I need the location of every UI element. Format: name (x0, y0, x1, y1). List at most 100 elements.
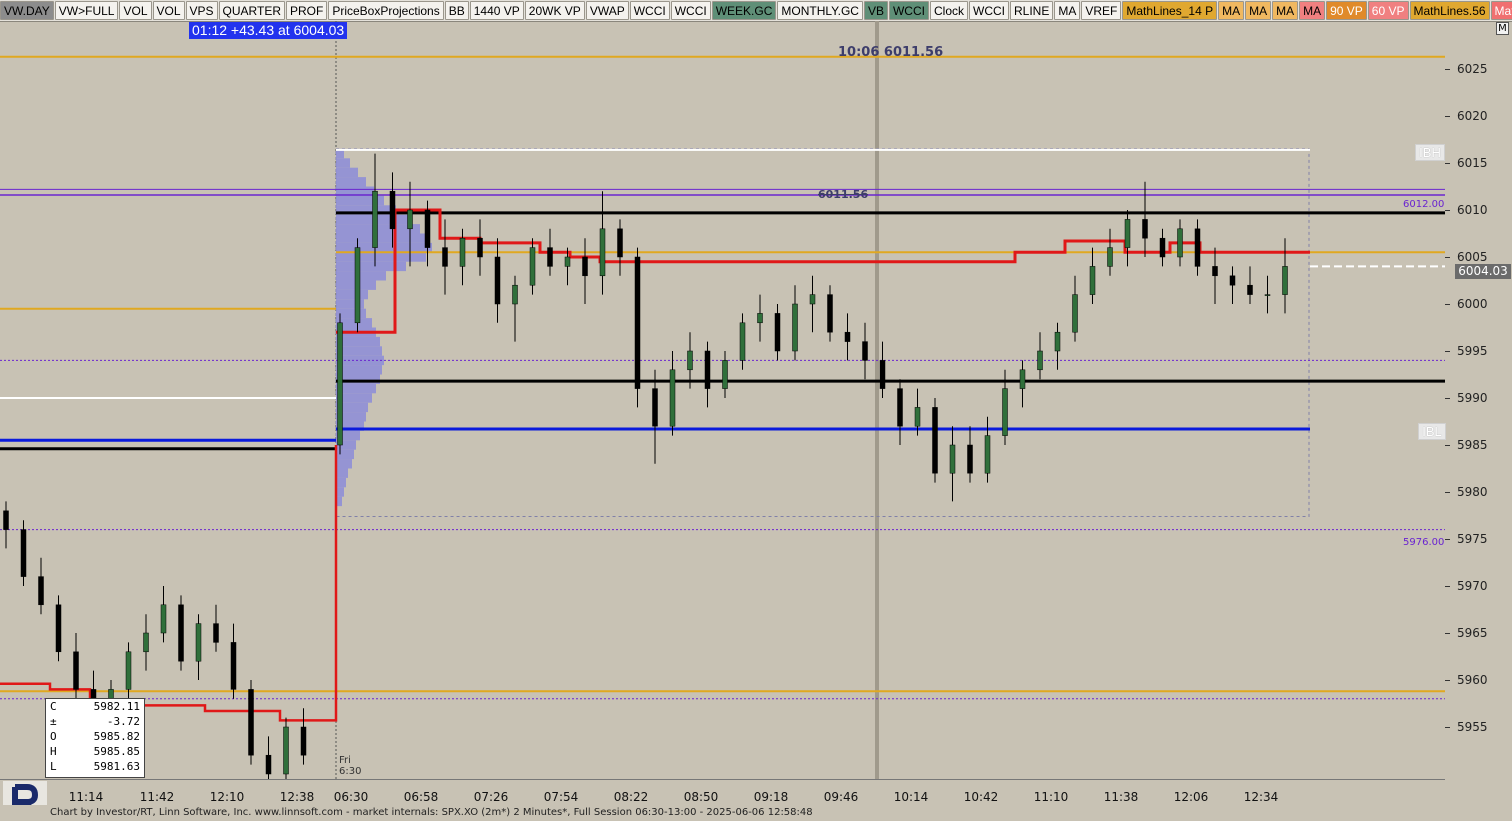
toolbar-button-wcci[interactable]: WCCI (888, 1, 929, 20)
data-window-value: -3.72 (106, 715, 140, 728)
time-tick: 08:50 (683, 790, 719, 804)
toolbar-button-60-vp[interactable]: 60 VP (1367, 1, 1409, 20)
toolbar-button-vol[interactable]: VOL (152, 1, 185, 20)
toolbar-button-ma[interactable]: MA (1054, 1, 1081, 20)
session-candle (424, 209, 431, 248)
session-candle (1212, 266, 1218, 277)
prior-candle (143, 632, 149, 653)
price-tick: 6000 (1445, 297, 1488, 311)
toolbar-button-priceboxprojections[interactable]: PriceBoxProjections (328, 1, 444, 20)
toolbar-button-mathlines-56[interactable]: MathLines.56 (1409, 1, 1490, 20)
session-candle (774, 313, 781, 352)
volume-profile-bar (336, 167, 358, 178)
session-candle (739, 322, 746, 361)
data-window-row: ± -3.72 (46, 714, 144, 729)
data-window-key: L (50, 760, 57, 773)
price-chart[interactable] (0, 21, 1445, 779)
data-window-value: 5985.82 (93, 730, 140, 743)
session-candle (547, 247, 553, 267)
session-candle (1019, 369, 1026, 389)
indicator-toolbar: VW.DAY VW>FULL VOL VOL VPS QUARTER PROF PriceBo… (0, 0, 1512, 22)
toolbar-button-wcci[interactable]: WCCI (629, 1, 670, 20)
high-annotation: 10:06 6011.56 (838, 45, 944, 60)
toolbar-button-clock[interactable]: Clock (929, 1, 968, 20)
session-candle (722, 360, 728, 389)
status-footer: Chart by Investor/RT, Linn Software, Inc… (0, 805, 1512, 821)
volume-profile-bar (336, 477, 346, 488)
session-candle (477, 237, 483, 258)
price-tick: 6010 (1445, 203, 1488, 217)
session-candle (1054, 331, 1061, 352)
toolbar-button-monthly-gc[interactable]: MONTHLY.GC (777, 1, 863, 20)
toolbar-button-ma[interactable]: MA (1245, 1, 1272, 20)
toolbar-button-20wk-vp[interactable]: 20WK VP (524, 1, 585, 20)
toolbar-button-quarter[interactable]: QUARTER (218, 1, 285, 20)
session-candle (1037, 350, 1043, 371)
volume-profile-bar (336, 346, 382, 356)
time-tick: 06:58 (403, 790, 439, 804)
toolbar-button-mathlines-14-p[interactable]: MathLines_14 P (1122, 1, 1218, 20)
data-window-value: 5985.85 (93, 745, 140, 758)
session-candle (704, 350, 711, 389)
toolbar-button-1440-vp[interactable]: 1440 VP (469, 1, 524, 20)
toolbar-button-vps[interactable]: VPS (185, 1, 218, 20)
session-candle (1282, 266, 1288, 295)
session-candle (459, 237, 466, 267)
prior-candle (38, 576, 44, 606)
toolbar-button-wcci[interactable]: WCCI (670, 1, 711, 20)
price-tick: 5980 (1445, 485, 1488, 499)
prior-candle (230, 642, 237, 690)
prior-candle (125, 651, 132, 690)
volume-profile-bar (336, 158, 350, 168)
session-start-marker: Fri 6:30 (339, 755, 361, 777)
time-tick: 11:14 (68, 790, 104, 804)
session-candle (1194, 228, 1201, 267)
toolbar-button-week-gc[interactable]: WEEK.GC (711, 1, 777, 20)
toolbar-button-90-vp[interactable]: 90 VP (1326, 1, 1367, 20)
time-tick: 08:22 (613, 790, 649, 804)
session-candle (494, 256, 501, 305)
price-tick: 6005 (1445, 250, 1488, 264)
toolbar-button-ma[interactable]: MA (1218, 1, 1245, 20)
data-window-key: C (50, 700, 57, 713)
toolbar-button-ma[interactable]: MA (1272, 1, 1299, 20)
prior-candle (178, 604, 184, 662)
toolbar-button-vol[interactable]: VOL (119, 1, 152, 20)
session-candle (1142, 219, 1148, 239)
toolbar-button-bb[interactable]: BB (444, 1, 469, 20)
volume-profile-bar (336, 242, 432, 253)
price-axis[interactable]: 6025 6020 6015 6010 6005 6000 5995 5990 5985 5980… (1445, 21, 1512, 778)
toolbar-button-vb[interactable]: VB (863, 1, 888, 20)
toolbar-button-wcci[interactable]: WCCI (969, 1, 1009, 20)
session-candle (529, 247, 536, 286)
session-candle (1177, 228, 1183, 258)
time-tick: 09:18 (753, 790, 789, 804)
cursor-info-label: 01:12 +43.43 at 6004.03 (189, 22, 348, 39)
footer-text: Chart by Investor/RT, Linn Software, Inc… (50, 807, 813, 818)
toolbar-button-vwap[interactable]: VWAP (585, 1, 629, 20)
toolbar-button-vw-full[interactable]: VW>FULL (54, 1, 119, 20)
price-tick: 6020 (1445, 109, 1488, 123)
volume-profile-bar (336, 289, 368, 300)
prior-candle (55, 604, 62, 653)
level-label-lower: 5976.00 (1403, 537, 1445, 548)
toolbar-button-prof[interactable]: PROF (285, 1, 328, 20)
time-tick: 11:10 (1033, 790, 1069, 804)
highlight-column (875, 21, 879, 779)
toolbar-button-vw-day[interactable]: VW.DAY (0, 1, 54, 20)
data-window-row: C 5982.11 (46, 699, 144, 714)
toolbar-button-mathlines-56[interactable]: MathLines.56 (1490, 1, 1512, 20)
toolbar-button-ma[interactable]: MA (1299, 1, 1326, 20)
session-candle (1072, 294, 1078, 333)
volume-profile-bar (336, 214, 408, 225)
data-window-key: ± (50, 715, 57, 728)
session-candle (634, 256, 641, 389)
toolbar-button-vref[interactable]: VREF (1081, 1, 1122, 20)
time-axis[interactable]: 11:14 11:42 12:10 12:38 06:30 06:58 07:26 07:54… (0, 779, 1445, 806)
vwap-line-prior (0, 445, 338, 722)
price-tick: 5990 (1445, 391, 1488, 405)
time-tick: 10:14 (893, 790, 929, 804)
toolbar-button-rline[interactable]: RLINE (1010, 1, 1054, 20)
session-candle (669, 369, 676, 427)
prior-candle (213, 623, 219, 643)
